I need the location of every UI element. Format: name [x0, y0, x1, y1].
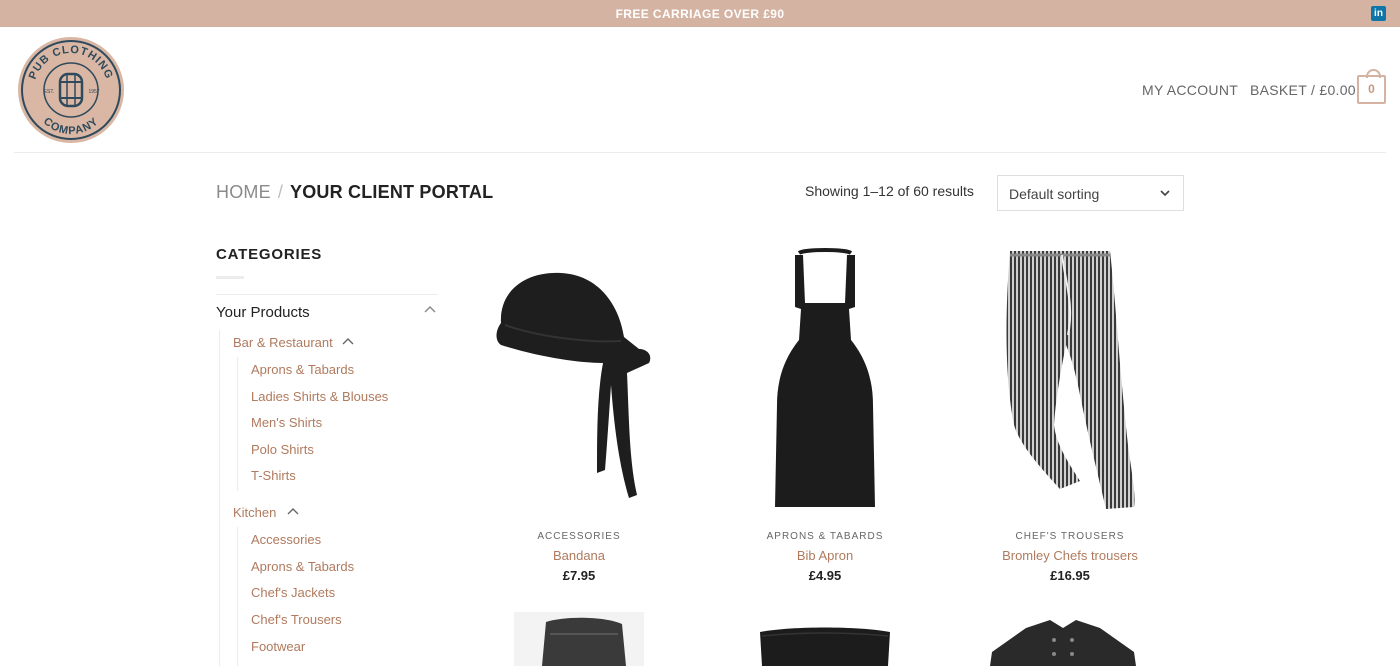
product-price: £16.95 — [1050, 568, 1090, 583]
category-your-products[interactable]: Your Products — [216, 304, 310, 321]
product-category[interactable]: APRONS & TABARDS — [725, 531, 925, 542]
sort-selected-value: Default sorting — [1009, 186, 1100, 202]
product-image-chefs-trousers[interactable] — [970, 245, 1170, 515]
breadcrumb: HOME / YOUR CLIENT PORTAL — [216, 182, 493, 203]
product-price: £7.95 — [562, 568, 596, 583]
breadcrumb-separator: / — [277, 182, 284, 202]
my-account-link[interactable]: MY ACCOUNT — [1142, 82, 1238, 98]
product-name[interactable]: Bromley Chefs trousers — [970, 548, 1170, 563]
category-item[interactable]: Chef's Trousers — [251, 612, 342, 627]
product-image-partial[interactable] — [752, 612, 898, 666]
categories-heading-underline — [216, 276, 244, 279]
sidebar-divider — [216, 294, 438, 295]
product-name[interactable]: Bandana — [479, 548, 679, 563]
product-category[interactable]: ACCESSORIES — [479, 531, 679, 542]
category-item[interactable]: Chef's Jackets — [251, 585, 335, 600]
category-item[interactable]: Accessories — [251, 532, 321, 547]
category-item[interactable]: Ladies Shirts & Blouses — [251, 389, 388, 404]
svg-text:1957: 1957 — [88, 89, 99, 95]
product-image-partial[interactable] — [514, 612, 644, 666]
basket-link[interactable]: BASKET / £0.00 — [1250, 82, 1356, 98]
breadcrumb-home[interactable]: HOME — [216, 182, 271, 202]
category-item[interactable]: Aprons & Tabards — [251, 559, 354, 574]
free-carriage-message: FREE CARRIAGE OVER £90 — [615, 7, 785, 21]
categories-heading: CATEGORIES — [216, 246, 323, 263]
chevron-up-icon[interactable] — [341, 335, 355, 349]
chevron-up-icon[interactable] — [286, 505, 300, 519]
tree-line — [237, 357, 238, 491]
category-item[interactable]: Footwear — [251, 639, 305, 654]
category-kitchen[interactable]: Kitchen — [233, 505, 276, 520]
header-divider — [14, 152, 1386, 153]
category-item[interactable]: Men's Shirts — [251, 415, 322, 430]
top-announcement-bar: FREE CARRIAGE OVER £90 in — [0, 0, 1400, 27]
basket-count-icon[interactable]: 0 — [1357, 69, 1386, 104]
tree-line — [237, 527, 238, 666]
linkedin-icon[interactable]: in — [1371, 6, 1386, 21]
product-image-partial[interactable] — [990, 612, 1136, 666]
category-item[interactable]: T-Shirts — [251, 468, 296, 483]
breadcrumb-current: YOUR CLIENT PORTAL — [290, 182, 494, 202]
results-count: Showing 1–12 of 60 results — [805, 183, 974, 199]
product-image-bib-apron[interactable] — [725, 245, 925, 515]
sort-select[interactable]: Default sorting — [997, 175, 1184, 211]
product-price: £4.95 — [808, 568, 842, 583]
category-bar-restaurant[interactable]: Bar & Restaurant — [233, 335, 333, 350]
chevron-up-icon[interactable] — [422, 302, 438, 318]
pub-clothing-logo[interactable]: PUB CLOTHING COMPANY EST. 1957 — [16, 35, 126, 145]
product-name[interactable]: Bib Apron — [725, 548, 925, 563]
svg-text:EST.: EST. — [44, 89, 55, 95]
site-header: PUB CLOTHING COMPANY EST. 1957 MY ACCOUN… — [0, 27, 1400, 153]
category-item[interactable]: Polo Shirts — [251, 442, 314, 457]
chevron-down-icon — [1160, 190, 1170, 197]
tree-line — [219, 330, 220, 666]
product-image-bandana[interactable] — [479, 245, 679, 515]
product-category[interactable]: CHEF'S TROUSERS — [970, 531, 1170, 542]
category-item[interactable]: Aprons & Tabards — [251, 362, 354, 377]
